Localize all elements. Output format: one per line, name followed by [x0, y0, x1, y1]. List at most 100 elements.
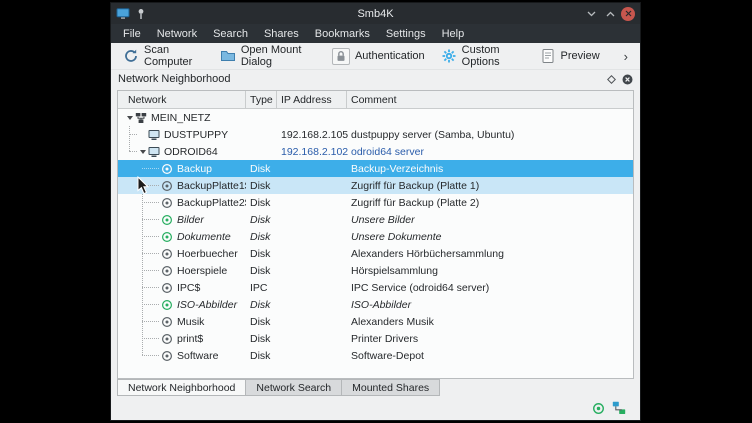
type-cell: Disk — [246, 163, 277, 175]
mounted-share-icon — [592, 402, 605, 415]
dock-title: Network Neighborhood — [118, 73, 231, 85]
dock-header: Network Neighborhood — [111, 70, 640, 88]
share-mounted-icon — [161, 214, 173, 226]
menu-settings[interactable]: Settings — [378, 24, 434, 43]
bottom-tabbar: Network Neighborhood Network Search Moun… — [111, 379, 640, 396]
custom-options-button[interactable]: Custom Options — [437, 42, 528, 70]
comment-cell: ISO-Abbilder — [347, 299, 633, 311]
tab-network-neighborhood[interactable]: Network Neighborhood — [117, 379, 246, 396]
share-icon — [161, 333, 173, 345]
server-name: DUSTPUPPY — [164, 129, 230, 141]
preview-icon — [540, 48, 556, 64]
column-header-network[interactable]: Network — [118, 91, 246, 108]
expander-icon[interactable] — [137, 150, 148, 154]
comment-cell: dustpuppy server (Samba, Ubuntu) — [347, 129, 633, 141]
column-header-comment[interactable]: Comment — [347, 91, 633, 108]
comment-cell: Unsere Dokumente — [347, 231, 633, 243]
comment-cell: Alexanders Hörbüchersammlung — [347, 248, 633, 260]
share-mounted-icon — [161, 299, 173, 311]
column-header-type[interactable]: Type — [246, 91, 277, 108]
ip-cell: 192.168.2.105 — [277, 129, 347, 141]
toolbar-overflow-button[interactable]: › — [620, 49, 632, 64]
table-row-share[interactable]: Software Disk Software-Depot — [118, 347, 633, 364]
workgroup-icon — [135, 112, 147, 124]
tab-network-search[interactable]: Network Search — [245, 379, 342, 396]
table-row-share[interactable]: IPC$ IPC IPC Service (odroid64 server) — [118, 279, 633, 296]
menu-search[interactable]: Search — [205, 24, 256, 43]
preview-button[interactable]: Preview — [536, 46, 604, 66]
gear-icon — [441, 48, 457, 64]
menubar: File Network Search Shares Bookmarks Set… — [111, 24, 640, 43]
table-row-server[interactable]: ODROID64 192.168.2.102 odroid64 server — [118, 143, 633, 160]
minimize-button[interactable] — [583, 6, 599, 22]
open-mount-dialog-button[interactable]: Open Mount Dialog — [216, 42, 320, 70]
titlebar[interactable]: Smb4K — [111, 3, 640, 24]
share-name: Bilder — [177, 214, 206, 226]
toolbar: Scan Computer Open Mount Dialog Authenti… — [111, 43, 640, 70]
type-cell: IPC — [246, 282, 277, 294]
menu-file[interactable]: File — [115, 24, 149, 43]
table-row-workgroup[interactable]: MEIN_NETZ — [118, 109, 633, 126]
expander-icon[interactable] — [124, 116, 135, 120]
type-cell: Disk — [246, 214, 277, 226]
statusbar — [111, 396, 640, 420]
share-name: Hoerbuecher — [177, 248, 240, 260]
table-row-share-mounted[interactable]: ISO-Abbilder Disk ISO-Abbilder — [118, 296, 633, 313]
comment-cell: Software-Depot — [347, 350, 633, 362]
ip-cell: 192.168.2.102 — [277, 146, 347, 158]
table-row-server[interactable]: DUSTPUPPY 192.168.2.105 dustpuppy server… — [118, 126, 633, 143]
server-name: ODROID64 — [164, 146, 220, 158]
comment-cell: Zugriff für Backup (Platte 1) — [347, 180, 633, 192]
share-name: BackupPlatte1$ — [177, 180, 246, 192]
share-icon — [161, 197, 173, 209]
type-cell: Disk — [246, 316, 277, 328]
share-name: Dokumente — [177, 231, 233, 243]
share-name: ISO-Abbilder — [177, 299, 239, 311]
app-icon — [116, 8, 130, 20]
network-neighborhood-tree: Network Type IP Address Comment MEIN_NET… — [117, 90, 634, 379]
network-connection-icon — [612, 401, 626, 415]
type-cell: Disk — [246, 350, 277, 362]
table-row-share[interactable]: BackupPlatte1$ Disk Zugriff für Backup (… — [118, 177, 633, 194]
type-cell: Disk — [246, 299, 277, 311]
scan-computer-button[interactable]: Scan Computer — [119, 42, 208, 70]
menu-network[interactable]: Network — [149, 24, 205, 43]
comment-cell: Unsere Bilder — [347, 214, 633, 226]
column-header-ip-address[interactable]: IP Address — [277, 91, 347, 108]
table-row-share[interactable]: Hoerbuecher Disk Alexanders Hörbüchersam… — [118, 245, 633, 262]
float-icon[interactable] — [607, 75, 616, 84]
table-row-share[interactable]: Hoerspiele Disk Hörspielsammlung — [118, 262, 633, 279]
tab-mounted-shares[interactable]: Mounted Shares — [341, 379, 440, 396]
custom-options-label: Custom Options — [462, 44, 524, 68]
share-name: Hoerspiele — [177, 265, 229, 277]
workgroup-name: MEIN_NETZ — [151, 112, 213, 124]
share-icon — [161, 180, 173, 192]
menu-bookmarks[interactable]: Bookmarks — [307, 24, 378, 43]
authentication-label: Authentication — [355, 50, 425, 62]
comment-cell: odroid64 server — [347, 146, 633, 158]
menu-shares[interactable]: Shares — [256, 24, 307, 43]
table-row-share-mounted[interactable]: Dokumente Disk Unsere Dokumente — [118, 228, 633, 245]
table-row-share[interactable]: Musik Disk Alexanders Musik — [118, 313, 633, 330]
menu-help[interactable]: Help — [434, 24, 473, 43]
share-mounted-icon — [161, 231, 173, 243]
dock-close-icon[interactable] — [622, 74, 633, 85]
close-button[interactable] — [621, 7, 635, 21]
table-row-share-selected[interactable]: Backup Disk Backup-Verzeichnis — [118, 160, 633, 177]
table-row-share-mounted[interactable]: Bilder Disk Unsere Bilder — [118, 211, 633, 228]
folder-icon — [220, 48, 236, 64]
window-title: Smb4K — [111, 8, 640, 20]
share-name: BackupPlatte2$ — [177, 197, 246, 209]
maximize-button[interactable] — [602, 6, 618, 22]
tree-header: Network Type IP Address Comment — [118, 91, 633, 109]
table-row-share[interactable]: BackupPlatte2$ Disk Zugriff für Backup (… — [118, 194, 633, 211]
table-row-share[interactable]: print$ Disk Printer Drivers — [118, 330, 633, 347]
comment-cell: Backup-Verzeichnis — [347, 163, 633, 175]
scan-computer-label: Scan Computer — [144, 44, 204, 68]
comment-cell: Hörspielsammlung — [347, 265, 633, 277]
comment-cell: Alexanders Musik — [347, 316, 633, 328]
comment-cell: IPC Service (odroid64 server) — [347, 282, 633, 294]
mouse-cursor — [137, 176, 149, 200]
authentication-button[interactable]: Authentication — [328, 46, 429, 67]
open-mount-dialog-label: Open Mount Dialog — [241, 44, 316, 68]
